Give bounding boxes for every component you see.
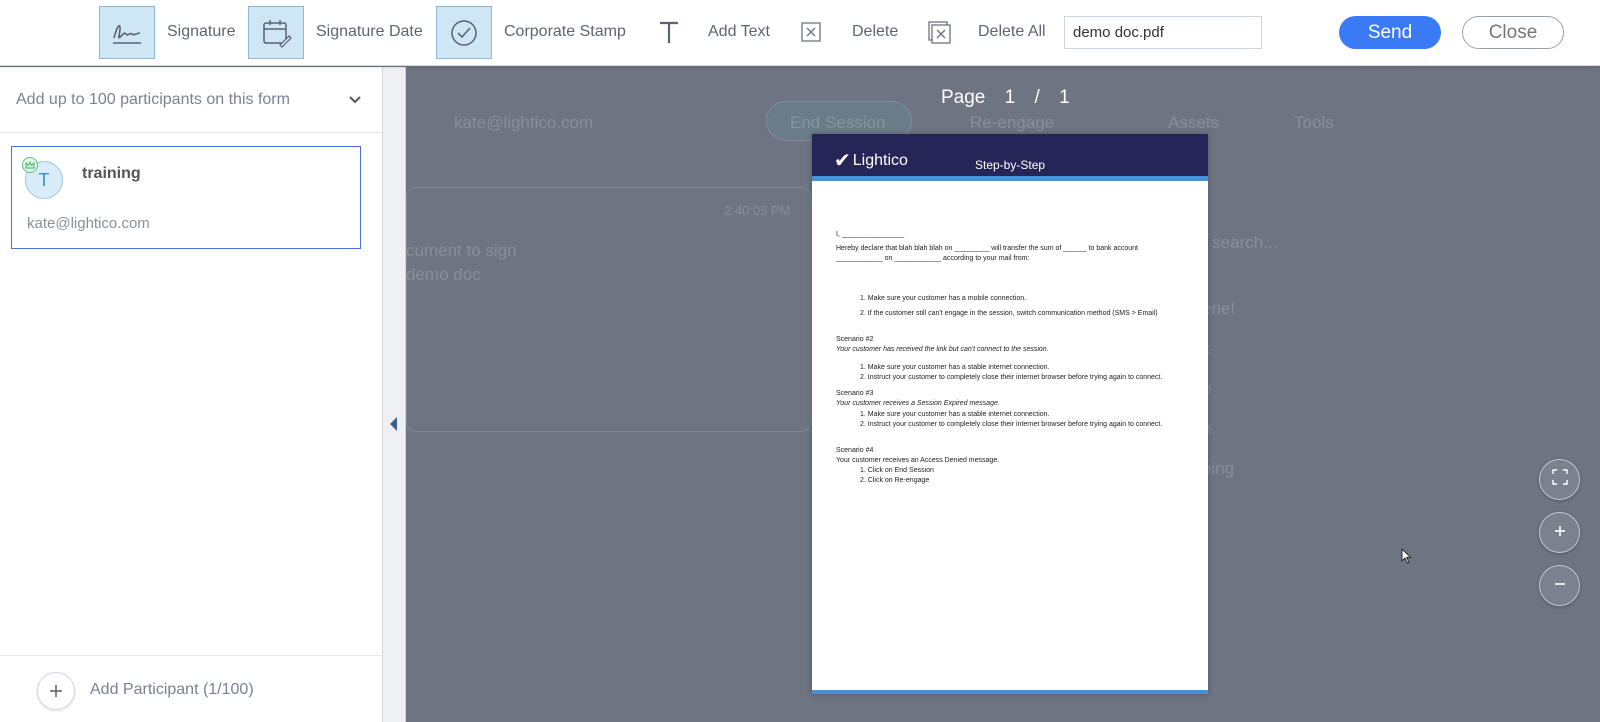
doc-list-item: 1. Make sure your customer has a stable … [860,410,1050,418]
participants-panel: Add up to 100 participants on this form … [0,67,383,722]
document-header: ✔ Lightico Step-by-Step [812,134,1208,181]
participants-dropdown[interactable]: Add up to 100 participants on this form [0,67,383,133]
doc-list-item: 1. Make sure your customer has a mobile … [860,295,1027,303]
page-current: 1 [1004,87,1016,108]
page-total: 1 [1059,87,1070,108]
doc-list-item: 1. Make sure your customer has a stable … [860,363,1050,371]
doc-declaration: Hereby declare that blah blah blah on __… [836,245,1138,263]
document-viewer: kate@lightico.com End Session Re-engage … [406,67,1600,722]
bg-message-box [406,187,811,432]
signature-tool-label[interactable]: Signature [167,23,236,41]
doc-scenario-desc: Your customer receives an Access Denied … [836,456,1000,464]
participants-dropdown-label: Add up to 100 participants on this form [16,90,290,108]
bg-re-engage: Re-engage [970,113,1055,132]
brand-name: Lightico [852,151,908,169]
participant-email: kate@lightico.com [27,215,150,232]
participant-card[interactable]: T training kate@lightico.com [11,146,361,249]
add-participant-button[interactable]: Add Participant (1/100) [0,655,383,722]
doc-scenario-title: Scenario #4 [836,446,874,454]
mouse-cursor-icon [1401,547,1412,569]
page-word: Page [941,87,986,108]
lightico-logo: ✔ Lightico [834,148,908,173]
add-participant-label: Add Participant (1/100) [90,681,254,698]
plus-icon[interactable] [37,672,75,710]
panel-splitter[interactable] [383,67,406,722]
fullscreen-icon [1551,469,1568,490]
toolbar: Signature Signature Date Corporate Stamp… [0,0,1600,66]
signature-date-icon[interactable] [248,6,304,59]
doc-list-item: 1. Click on End Session [860,467,934,475]
bg-end-session: End Session [790,113,886,132]
delete-icon[interactable] [796,16,826,48]
plus-icon [1554,524,1566,542]
fullscreen-button[interactable] [1539,459,1580,500]
bg-message-line2: demo doc [406,265,481,284]
doc-scenario-title: Scenario #3 [836,390,874,398]
delete-all-tool-label[interactable]: Delete All [978,23,1046,41]
zoom-in-button[interactable] [1539,512,1580,553]
doc-scenario-title: Scenario #2 [836,335,874,343]
document-header-title: Step-by-Step [975,158,1046,172]
page-separator: / [1034,87,1040,108]
signature-icon[interactable] [99,6,155,59]
bg-assets-tab: Assets [1168,113,1220,132]
bg-search: o search... [1198,233,1278,252]
bg-tools-tab: Tools [1294,113,1334,132]
doc-list-item: 2. If the customer still can't engage in… [860,309,1158,317]
add-text-tool-label[interactable]: Add Text [708,23,770,41]
page-indicator: Page 1 / 1 [941,87,1084,109]
bg-timestamp: 2:40:05 PM [724,203,791,218]
crown-icon [22,157,38,173]
close-button[interactable]: Close [1462,16,1564,49]
doc-list-item: 2. Click on Re-engage [860,477,930,485]
avatar-initial: T [38,169,50,190]
corporate-stamp-tool-label[interactable]: Corporate Stamp [504,23,626,41]
doc-list-item: 2. Instruct your customer to completely … [860,374,1163,382]
corporate-stamp-icon[interactable] [436,6,492,59]
bg-message-line1: cument to sign [406,241,517,260]
chevron-down-icon[interactable] [349,91,361,109]
delete-all-icon[interactable] [924,16,954,48]
bg-contact: kate@lightico.com [454,113,594,132]
add-text-icon[interactable] [654,16,684,48]
minus-icon [1554,577,1566,595]
doc-scenario-desc: Your customer receives a Session Expired… [836,400,1000,408]
zoom-out-button[interactable] [1539,565,1580,606]
participant-name: training [82,165,141,182]
send-button[interactable]: Send [1339,16,1441,49]
doc-scenario-desc: Your customer has received the link but … [836,345,1049,353]
doc-name-line: I, ________________ [836,231,905,238]
document-page[interactable]: ✔ Lightico Step-by-Step I, _____________… [812,134,1208,694]
checkmark-icon: ✔ [834,150,851,172]
doc-list-item: 2. Instruct your customer to completely … [860,420,1163,428]
document-footer-stripe [812,690,1208,694]
document-body: I, ________________ Hereby declare that … [836,230,1186,486]
delete-tool-label[interactable]: Delete [852,23,898,41]
collapse-left-icon[interactable] [390,417,398,436]
signature-date-tool-label[interactable]: Signature Date [316,23,423,41]
filename-input[interactable] [1064,16,1262,49]
